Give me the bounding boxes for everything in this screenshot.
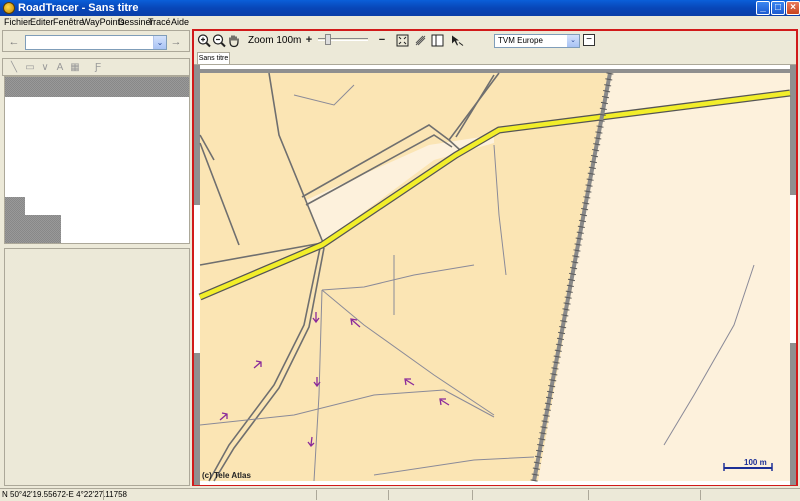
- fit-window-icon[interactable]: [396, 33, 409, 48]
- map-source-value: TVM Europe: [498, 36, 543, 45]
- status-separator: [103, 490, 104, 500]
- text-tool-icon[interactable]: A: [53, 61, 67, 74]
- map-toolbar: Zoom 100m + − TVM Europe ⌄ −: [194, 31, 796, 51]
- window-title: RoadTracer - Sans titre: [18, 2, 139, 14]
- track-tool-icon[interactable]: [414, 33, 427, 48]
- scale-label: 100 m: [744, 458, 767, 467]
- status-separator: [588, 490, 589, 500]
- menu-trace[interactable]: Tracé: [148, 16, 171, 28]
- map-canvas[interactable]: [194, 65, 796, 485]
- menu-editer[interactable]: Editer: [30, 16, 54, 28]
- back-arrow-icon[interactable]: ←: [7, 35, 21, 49]
- map-edge: [194, 205, 200, 353]
- polyline-tool-icon[interactable]: ∨: [38, 61, 52, 74]
- object-list[interactable]: [4, 76, 190, 244]
- map-edge: [200, 481, 790, 485]
- status-separator: [472, 490, 473, 500]
- title-bar: RoadTracer - Sans titre _ □ ×: [0, 0, 800, 16]
- rectangle-tool-icon[interactable]: ▭: [23, 61, 37, 74]
- menu-fichier[interactable]: Fichier: [4, 16, 31, 28]
- zoom-minus-button[interactable]: −: [377, 33, 387, 48]
- location-combo[interactable]: ⌄: [25, 35, 167, 50]
- menu-fenetre[interactable]: Fenêtre: [53, 16, 84, 28]
- menu-aide[interactable]: Aide: [171, 16, 189, 28]
- list-pattern-block: [5, 197, 25, 243]
- list-pattern-block: [25, 215, 61, 243]
- zoom-in-icon[interactable]: [197, 33, 211, 48]
- zoom-slider-thumb[interactable]: [325, 34, 331, 45]
- tab-sans-titre[interactable]: Sans titre: [197, 52, 230, 64]
- status-separator: [700, 490, 701, 500]
- status-separator: [388, 490, 389, 500]
- map-edge: [200, 65, 790, 69]
- list-header-pattern: [5, 77, 189, 97]
- zoom-level-label: Zoom 100m: [248, 35, 302, 46]
- drawing-toolbar: ╲ ▭ ∨ A ▦ Ƒ: [2, 58, 190, 76]
- navigation-row: ← ⌄ →: [2, 30, 190, 52]
- function-tool-icon[interactable]: Ƒ: [91, 61, 105, 74]
- forward-arrow-icon[interactable]: →: [169, 35, 183, 49]
- map-source-select[interactable]: TVM Europe ⌄: [494, 34, 580, 48]
- menu-bar: Fichier Editer Fenêtre WayPoints Dessine…: [0, 16, 800, 28]
- collapse-button[interactable]: −: [583, 34, 595, 46]
- map-edge: [790, 195, 796, 343]
- close-button[interactable]: ×: [786, 1, 800, 15]
- panel-icon[interactable]: [431, 33, 444, 48]
- status-bar: N 50°42'19.55672-E 4°22'27.11758: [0, 488, 800, 501]
- chevron-down-icon[interactable]: ⌄: [153, 36, 166, 49]
- maximize-button[interactable]: □: [771, 1, 785, 15]
- app-icon: [3, 2, 15, 14]
- chevron-down-icon[interactable]: ⌄: [567, 35, 579, 47]
- left-panel: ← ⌄ → ╲ ▭ ∨ A ▦ Ƒ: [2, 30, 190, 486]
- map-copyright: (c) Tele Atlas: [202, 471, 251, 480]
- status-separator: [316, 490, 317, 500]
- line-tool-icon[interactable]: ╲: [7, 61, 21, 74]
- properties-panel: [4, 248, 190, 486]
- image-tool-icon[interactable]: ▦: [68, 61, 82, 74]
- map-view[interactable]: (c) Tele Atlas 100 m: [194, 64, 796, 485]
- hand-pan-icon[interactable]: [227, 33, 241, 48]
- zoom-out-icon[interactable]: [212, 33, 226, 48]
- cursor-coordinates: N 50°42'19.55672-E 4°22'27.11758: [2, 490, 127, 499]
- map-panel: Zoom 100m + − TVM Europe ⌄ − Sans titre: [192, 29, 798, 486]
- cursor-route-icon[interactable]: [450, 33, 464, 48]
- minimize-button[interactable]: _: [756, 1, 770, 15]
- zoom-plus-button[interactable]: +: [304, 33, 314, 48]
